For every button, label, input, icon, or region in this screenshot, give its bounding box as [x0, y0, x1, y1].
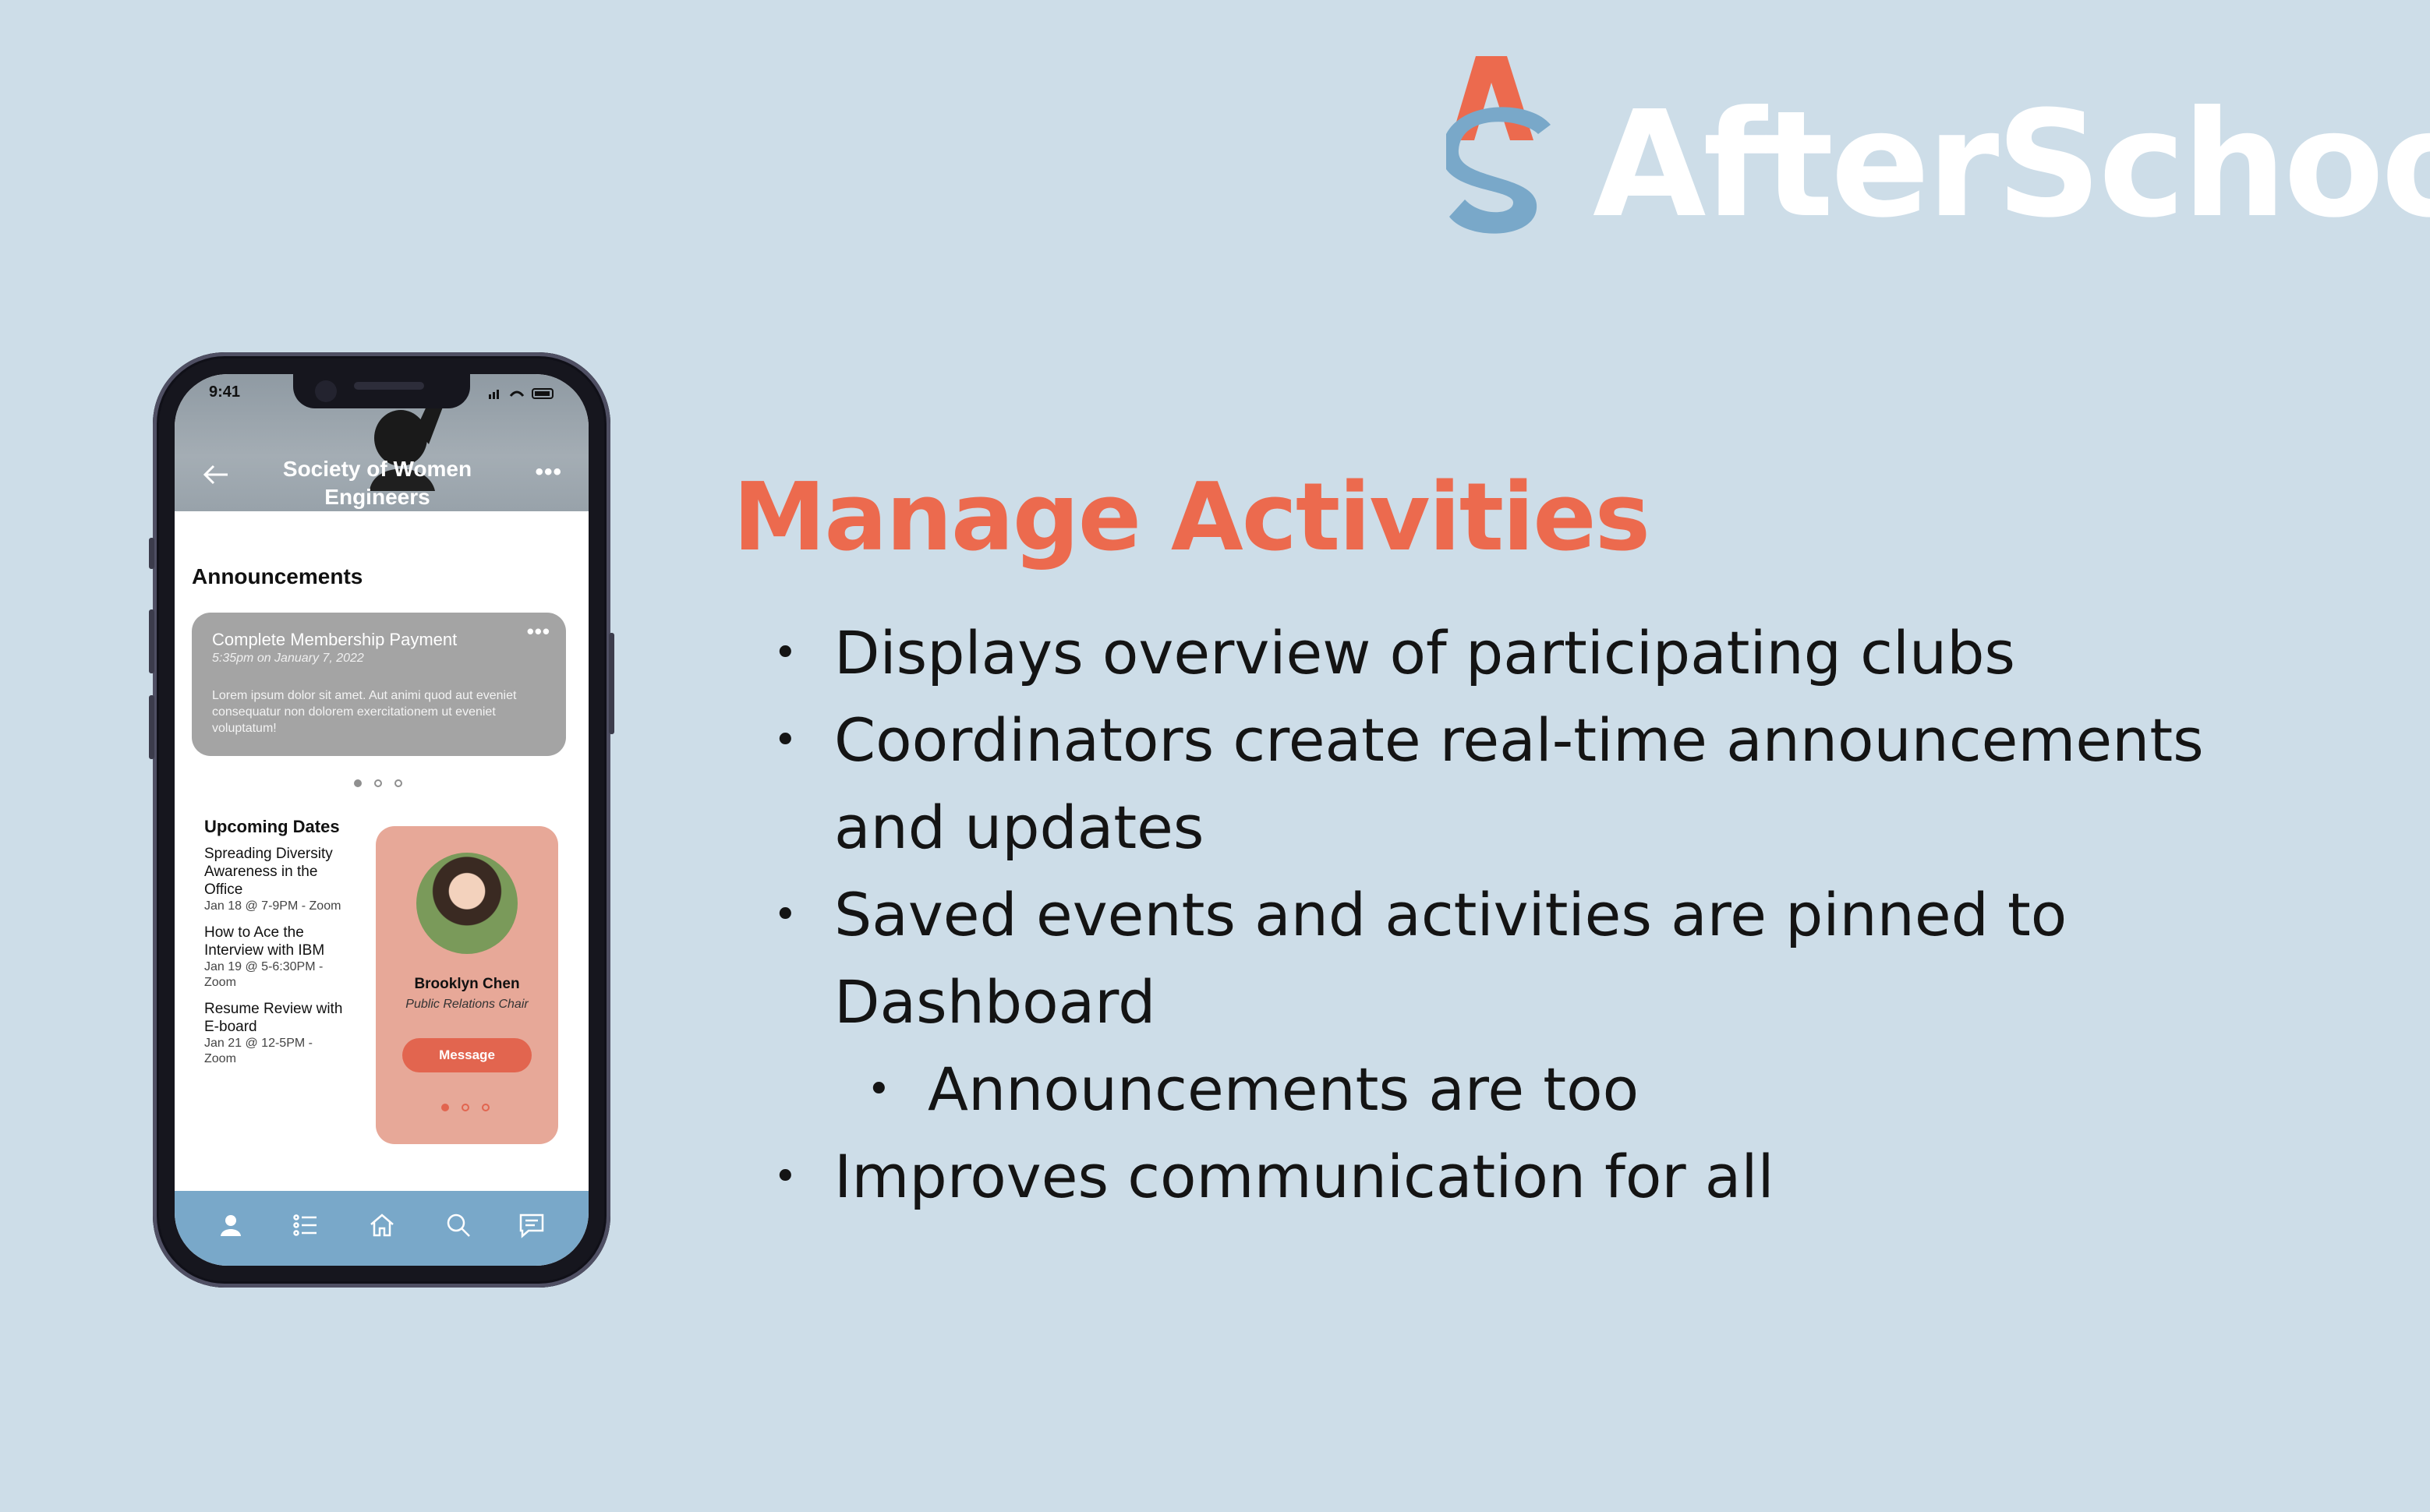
officer-role: Public Relations Chair [405, 998, 529, 1011]
volume-up-button [149, 609, 154, 673]
pager-dot[interactable] [441, 1104, 449, 1111]
event-title: Spreading Diversity Awareness in the Off… [204, 846, 333, 898]
event-title: Resume Review with E-board [204, 1001, 343, 1035]
event-meta: Jan 19 @ 5-6:30PM - Zoom [204, 960, 324, 989]
list-item[interactable]: How to Ace the Interview with IBM Jan 19… [204, 924, 345, 991]
announcement-body: Lorem ipsum dolor sit amet. Aut animi qu… [212, 689, 517, 735]
bullet-item: • Coordinators create real-time announcem… [773, 705, 2204, 862]
pager-dot[interactable] [394, 779, 402, 787]
pager-dot[interactable] [374, 779, 382, 787]
bullet-item: • Saved events and activities are pinned … [773, 880, 2067, 1037]
notch [293, 374, 470, 408]
status-time: 9:41 [209, 383, 241, 401]
chat-icon[interactable] [518, 1211, 546, 1239]
bullet-item: • Displays overview of participating club… [773, 618, 2016, 687]
club-title: Society of Women Engineers [282, 457, 472, 509]
officer-pager[interactable] [441, 1104, 490, 1115]
search-icon[interactable] [444, 1211, 472, 1239]
event-title: How to Ace the Interview with IBM [204, 924, 325, 959]
bottom-tab-bar [175, 1191, 589, 1266]
home-icon[interactable] [368, 1211, 396, 1239]
more-dots-icon[interactable]: ••• [535, 461, 562, 484]
announcement-pager[interactable] [354, 779, 402, 790]
logo-mark-icon [1446, 56, 1551, 234]
announcement-time: 5:35pm on January 7, 2022 [212, 652, 364, 665]
afterschool-logo: AfterSchool [1446, 56, 2430, 251]
profile-icon[interactable] [217, 1211, 245, 1239]
slide-title: Manage Activities [733, 464, 1650, 572]
sub-bullet-item: • Announcements are too [867, 1055, 1639, 1124]
officer-card: Brooklyn Chen Public Relations Chair Mes… [376, 826, 558, 1144]
announcement-card[interactable]: Complete Membership Payment 5:35pm on Ja… [192, 613, 566, 756]
list-item[interactable]: Spreading Diversity Awareness in the Off… [204, 845, 345, 914]
volume-down-button [149, 695, 154, 759]
bullet-item: • Improves communication for all [773, 1142, 1774, 1211]
mute-switch [149, 538, 154, 569]
pager-dot[interactable] [462, 1104, 469, 1111]
phone-mockup: 9:41 Society of Women Engineers ••• Anno… [149, 352, 614, 1288]
event-meta: Jan 21 @ 12-5PM - Zoom [204, 1037, 313, 1065]
officer-name: Brooklyn Chen [414, 976, 520, 992]
bullet-list: • Displays overview of participating club… [764, 609, 2308, 1221]
status-icons [489, 388, 554, 399]
phone-screen: 9:41 Society of Women Engineers ••• Anno… [175, 374, 589, 1266]
pager-dot[interactable] [482, 1104, 490, 1111]
announcement-more-icon[interactable]: ••• [527, 621, 550, 641]
back-arrow-icon[interactable] [203, 465, 229, 485]
event-meta: Jan 18 @ 7-9PM - Zoom [204, 899, 341, 913]
pager-dot[interactable] [354, 779, 362, 787]
upcoming-dates-heading: Upcoming Dates [204, 817, 340, 836]
power-button [609, 633, 614, 734]
logo-wordmark: AfterSchool [1593, 79, 2430, 250]
avatar [416, 853, 518, 954]
message-button[interactable]: Message [402, 1038, 532, 1072]
announcement-title: Complete Membership Payment [212, 630, 458, 649]
upcoming-dates-list: Spreading Diversity Awareness in the Off… [204, 845, 345, 1076]
announcements-heading: Announcements [192, 564, 363, 588]
list-item[interactable]: Resume Review with E-board Jan 21 @ 12-5… [204, 1000, 345, 1067]
list-icon[interactable] [292, 1211, 320, 1239]
